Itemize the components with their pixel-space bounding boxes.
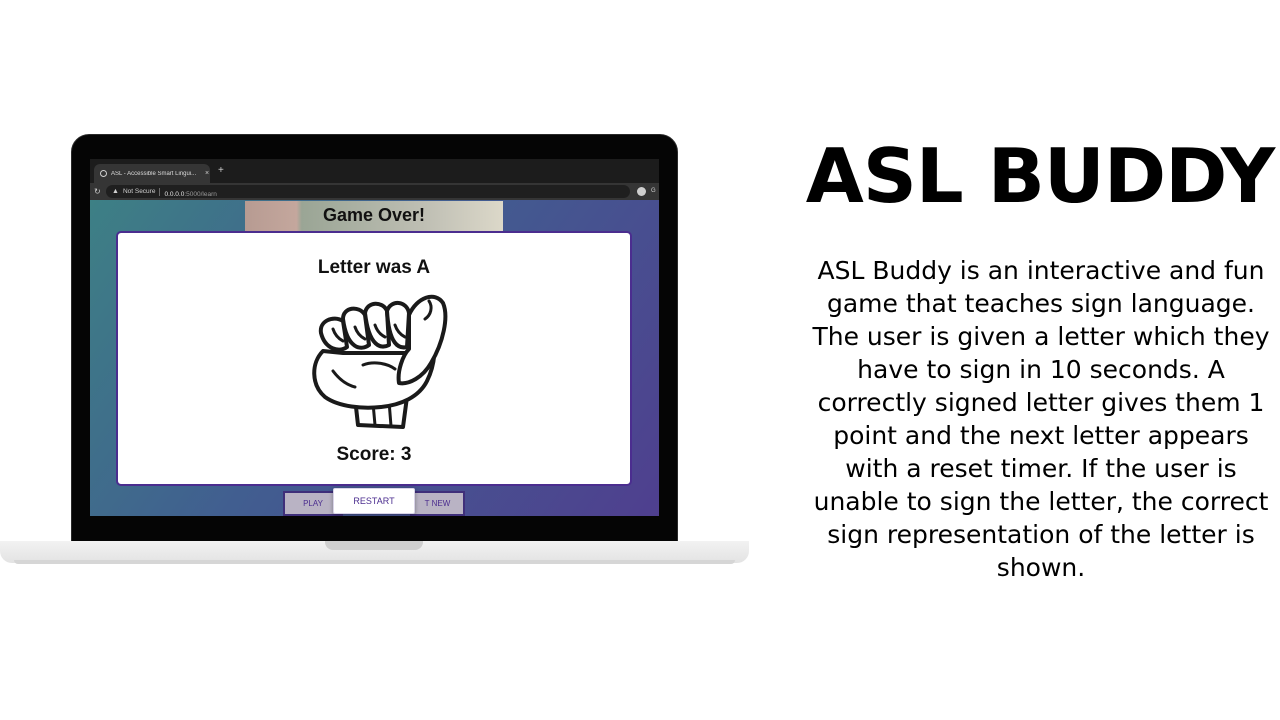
url-divider (159, 187, 161, 196)
address-row: ↻ ▲ Not Secure 0.0.0.0:5000/learn G (90, 183, 659, 200)
warning-icon: ▲ (112, 188, 119, 195)
security-label: Not Secure (122, 188, 156, 195)
modal-title: Letter was A (317, 257, 431, 278)
profile-icon[interactable] (637, 187, 646, 196)
score-text: Score: 3 (336, 444, 412, 465)
promo-description: ASL Buddy is an interactive and fun game… (812, 256, 1270, 582)
result-modal: Letter was A Score: 3 (116, 231, 632, 486)
reload-icon[interactable]: ↻ (94, 187, 104, 196)
promo-headline: ASL BUDDY (805, 132, 1275, 220)
globe-icon (100, 170, 107, 177)
laptop-notch (325, 541, 423, 550)
address-bar[interactable]: ▲ Not Secure 0.0.0.0:5000/learn (106, 185, 630, 198)
profile-label: G (651, 188, 656, 194)
new-tab-button[interactable]: + (218, 166, 224, 176)
browser-tab[interactable]: ASL - Accessible Smart Lingui... × (94, 164, 210, 183)
new-button[interactable]: T NEW (410, 491, 465, 516)
laptop-screen: ASL - Accessible Smart Lingui... × + ↻ ▲… (90, 159, 659, 516)
close-icon[interactable]: × (205, 170, 209, 177)
page-content: Game Over! PLAY T NEW Letter was A Score… (90, 200, 659, 516)
game-over-heading: Game Over! (322, 205, 426, 225)
url-path: :5000/learn (184, 190, 217, 198)
tab-title: ASL - Accessible Smart Lingui... (111, 170, 197, 177)
asl-letter-a-hand-image (312, 294, 448, 429)
url-host: 0.0.0.0 (164, 190, 185, 198)
laptop-base-shadow (14, 560, 735, 564)
browser-tab-bar: ASL - Accessible Smart Lingui... × + (90, 159, 659, 183)
restart-button[interactable]: RESTART (333, 488, 415, 514)
